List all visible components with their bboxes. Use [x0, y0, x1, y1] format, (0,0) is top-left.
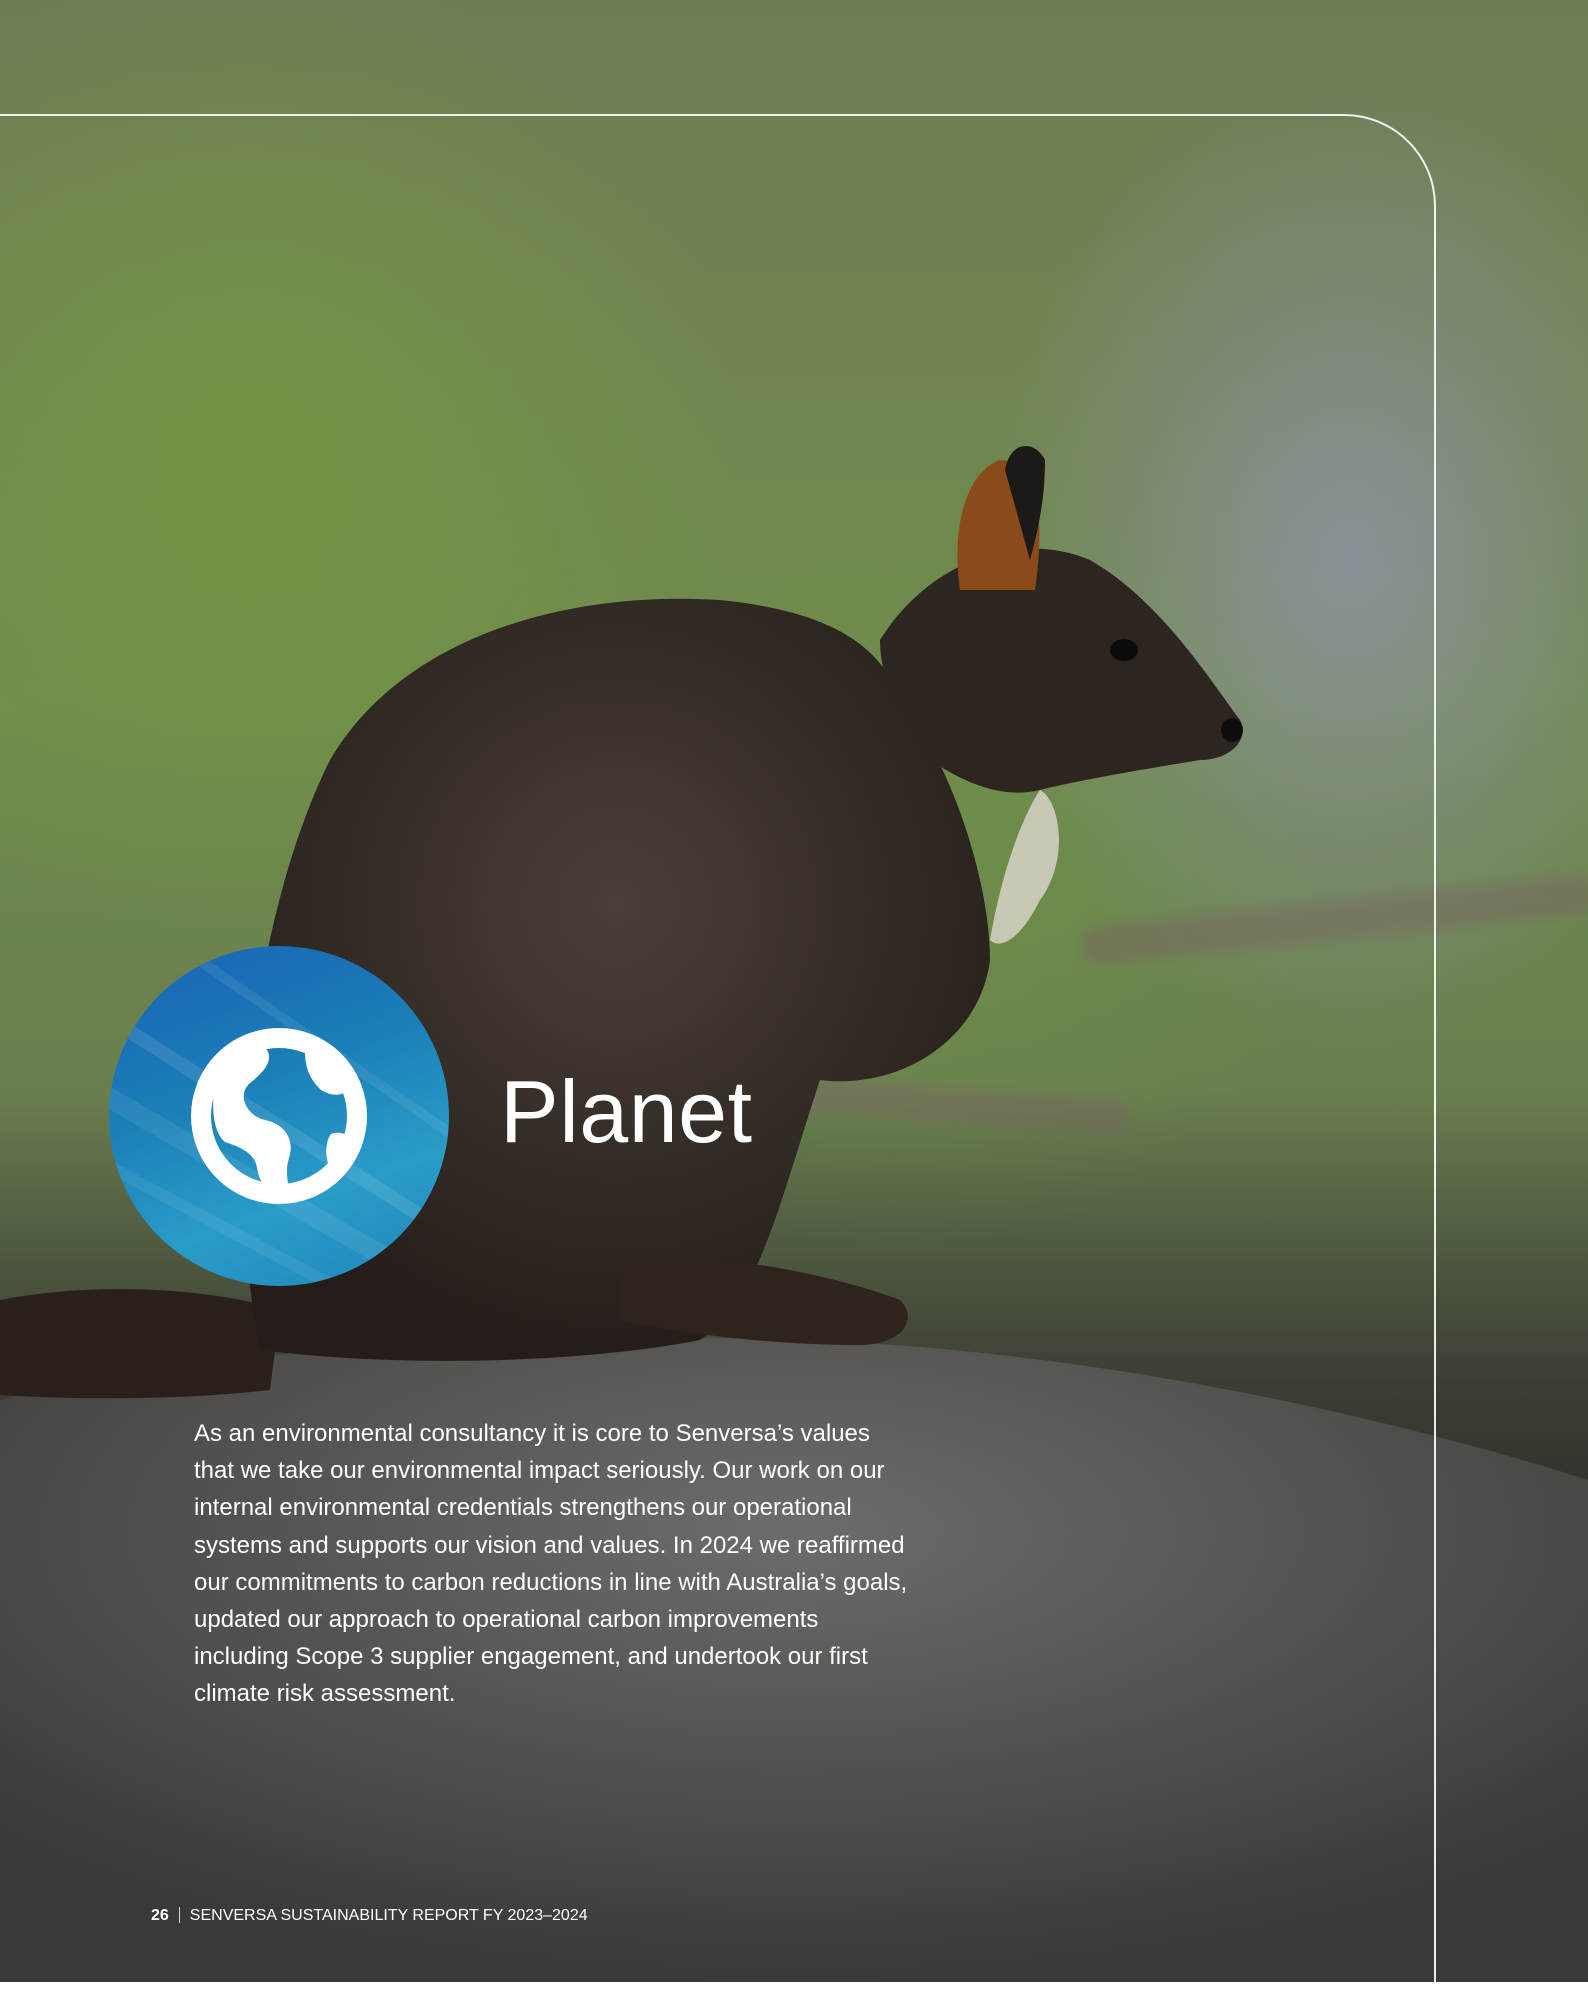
- globe-icon: [191, 1028, 367, 1204]
- page-footer: 26 SENVERSA SUSTAINABILITY REPORT FY 2023…: [151, 1906, 588, 1926]
- section-badge: [109, 946, 449, 1286]
- intro-paragraph: As an environmental consultancy it is co…: [194, 1420, 908, 1708]
- footer-separator: [178, 1907, 180, 1923]
- report-title: SENVERSA SUSTAINABILITY REPORT FY 2023–2…: [189, 1907, 588, 1924]
- page-number: 26: [151, 1907, 169, 1924]
- section-title: Planet: [500, 1062, 753, 1161]
